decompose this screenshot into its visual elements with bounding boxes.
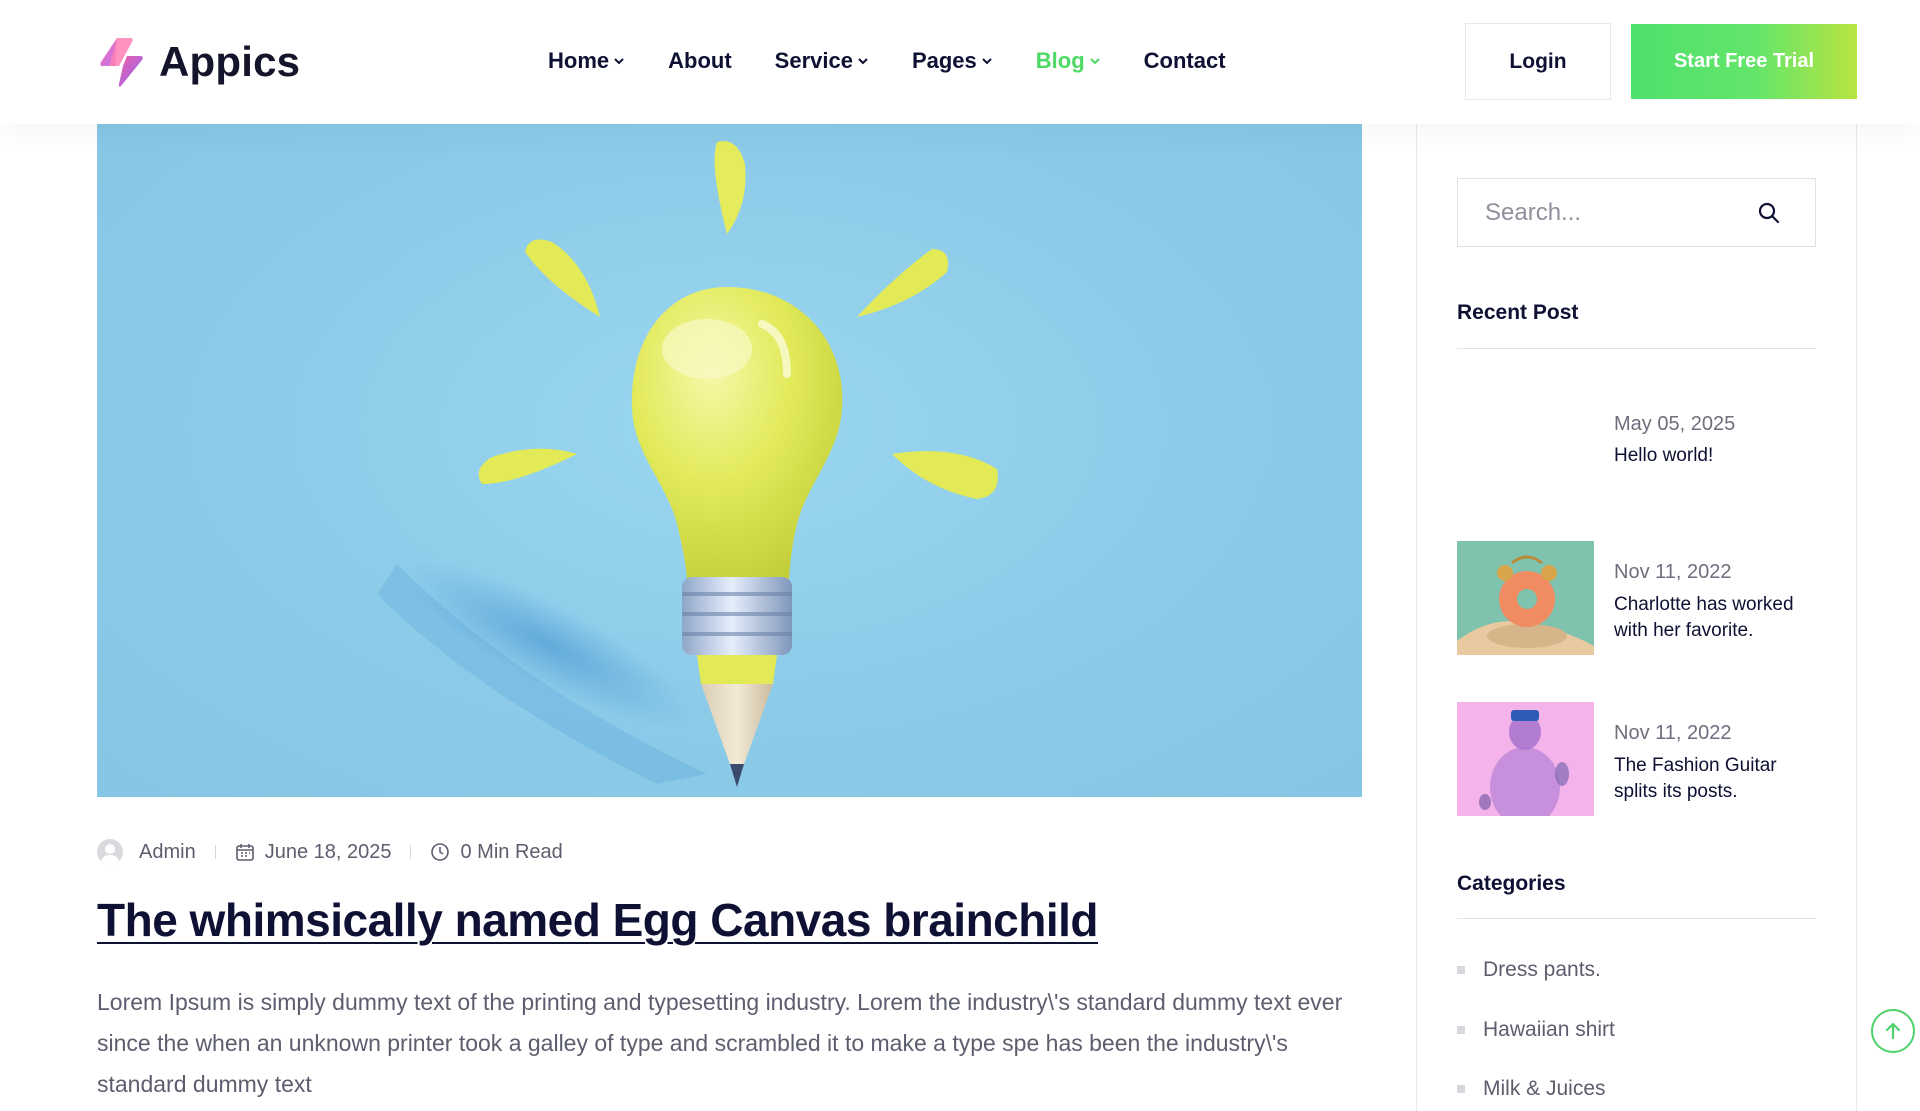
nav-item-label: Service	[774, 48, 853, 73]
recent-post-item: Nov 11, 2022 The Fashion Guitar splits i…	[1457, 702, 1816, 816]
logo-bolt-icon	[97, 36, 145, 88]
post-author[interactable]: Admin	[139, 841, 196, 864]
sidebar-divider-left	[1416, 124, 1417, 1111]
donut-alarm-clock-image	[1457, 541, 1594, 655]
recent-post-item: Nov 11, 2022 Charlotte has worked with h…	[1457, 541, 1816, 655]
recent-post-thumb[interactable]	[1457, 541, 1594, 655]
nav-item-label: Home	[548, 48, 610, 73]
meta-divider	[214, 845, 216, 859]
recent-post-date: Nov 11, 2022	[1614, 722, 1732, 744]
recent-post-title[interactable]: The Fashion Guitar splits its posts.	[1614, 753, 1814, 805]
post-title[interactable]: The whimsically named Egg Canvas brainch…	[97, 893, 1099, 947]
nav-item-blog[interactable]: Blog	[1036, 48, 1101, 74]
chevron-down-icon	[857, 55, 869, 67]
recent-post-heading: Recent Post	[1457, 301, 1579, 324]
post-read-time: 0 Min Read	[460, 840, 563, 863]
category-label: Hawaiian shirt	[1483, 1018, 1615, 1041]
square-bullet-icon	[1457, 1085, 1465, 1093]
search-icon[interactable]	[1757, 201, 1781, 225]
start-free-trial-button[interactable]: Start Free Trial	[1631, 24, 1857, 99]
nav-item-pages[interactable]: Pages	[912, 48, 993, 74]
vr-figure-pink-image	[1457, 702, 1594, 816]
lightbulb-pencil-illustration	[377, 140, 998, 787]
search-input[interactable]	[1485, 198, 1755, 227]
post-excerpt: Lorem Ipsum is simply dummy text of the …	[97, 989, 1343, 1097]
category-item[interactable]: Hawaiian shirt	[1457, 1018, 1615, 1042]
arrow-up-icon	[1885, 1022, 1901, 1040]
chevron-down-icon	[613, 55, 625, 67]
author-avatar-icon	[97, 839, 123, 865]
recent-post-thumb[interactable]	[1457, 702, 1594, 816]
chevron-down-icon	[981, 55, 993, 67]
brand-name: Appics	[159, 38, 301, 85]
nav-item-contact[interactable]: Contact	[1144, 48, 1226, 74]
calendar-icon	[235, 842, 255, 862]
square-bullet-icon	[1457, 1026, 1465, 1034]
clock-icon	[430, 842, 450, 862]
chevron-down-icon	[1089, 55, 1101, 67]
nav-item-label: Blog	[1035, 48, 1085, 73]
post-date: June 18, 2025	[264, 840, 392, 863]
categories-rule	[1457, 918, 1816, 919]
recent-post-thumb[interactable]	[1457, 380, 1594, 494]
sidebar-search	[1457, 178, 1816, 247]
recent-post-date: Nov 11, 2022	[1614, 561, 1732, 583]
square-bullet-icon	[1457, 966, 1465, 974]
category-item[interactable]: Milk & Juices	[1457, 1077, 1606, 1101]
site-header: Appics Home About Service Pages Blog Con…	[0, 0, 1920, 124]
recent-post-date: May 05, 2025	[1614, 413, 1736, 435]
main-nav: Home About Service Pages Blog Contact	[548, 46, 1269, 76]
scroll-to-top-button[interactable]	[1871, 1009, 1915, 1053]
brand-logo[interactable]: Appics	[97, 36, 300, 88]
sidebar-divider-right	[1856, 124, 1857, 1111]
nav-item-label: Contact	[1143, 48, 1226, 73]
recent-post-title[interactable]: Charlotte has worked with her favorite.	[1614, 592, 1814, 644]
nav-item-about[interactable]: About	[668, 48, 732, 74]
category-label: Milk & Juices	[1483, 1077, 1606, 1100]
post-meta: Admin June 18, 2025 0 Min Read	[97, 838, 563, 866]
categories-heading: Categories	[1457, 872, 1566, 895]
nav-item-label: Pages	[911, 48, 977, 73]
recent-post-item: May 05, 2025 Hello world!	[1457, 380, 1816, 494]
login-button[interactable]: Login	[1465, 23, 1611, 100]
nav-item-label: About	[668, 48, 732, 73]
post-featured-image[interactable]	[97, 124, 1362, 797]
nav-item-service[interactable]: Service	[775, 48, 869, 74]
meta-divider	[410, 845, 412, 859]
category-item[interactable]: Dress pants.	[1457, 958, 1601, 982]
nav-item-home[interactable]: Home	[548, 48, 625, 74]
category-label: Dress pants.	[1483, 958, 1601, 981]
recent-post-rule	[1457, 348, 1816, 349]
recent-post-title[interactable]: Hello world!	[1614, 443, 1814, 469]
